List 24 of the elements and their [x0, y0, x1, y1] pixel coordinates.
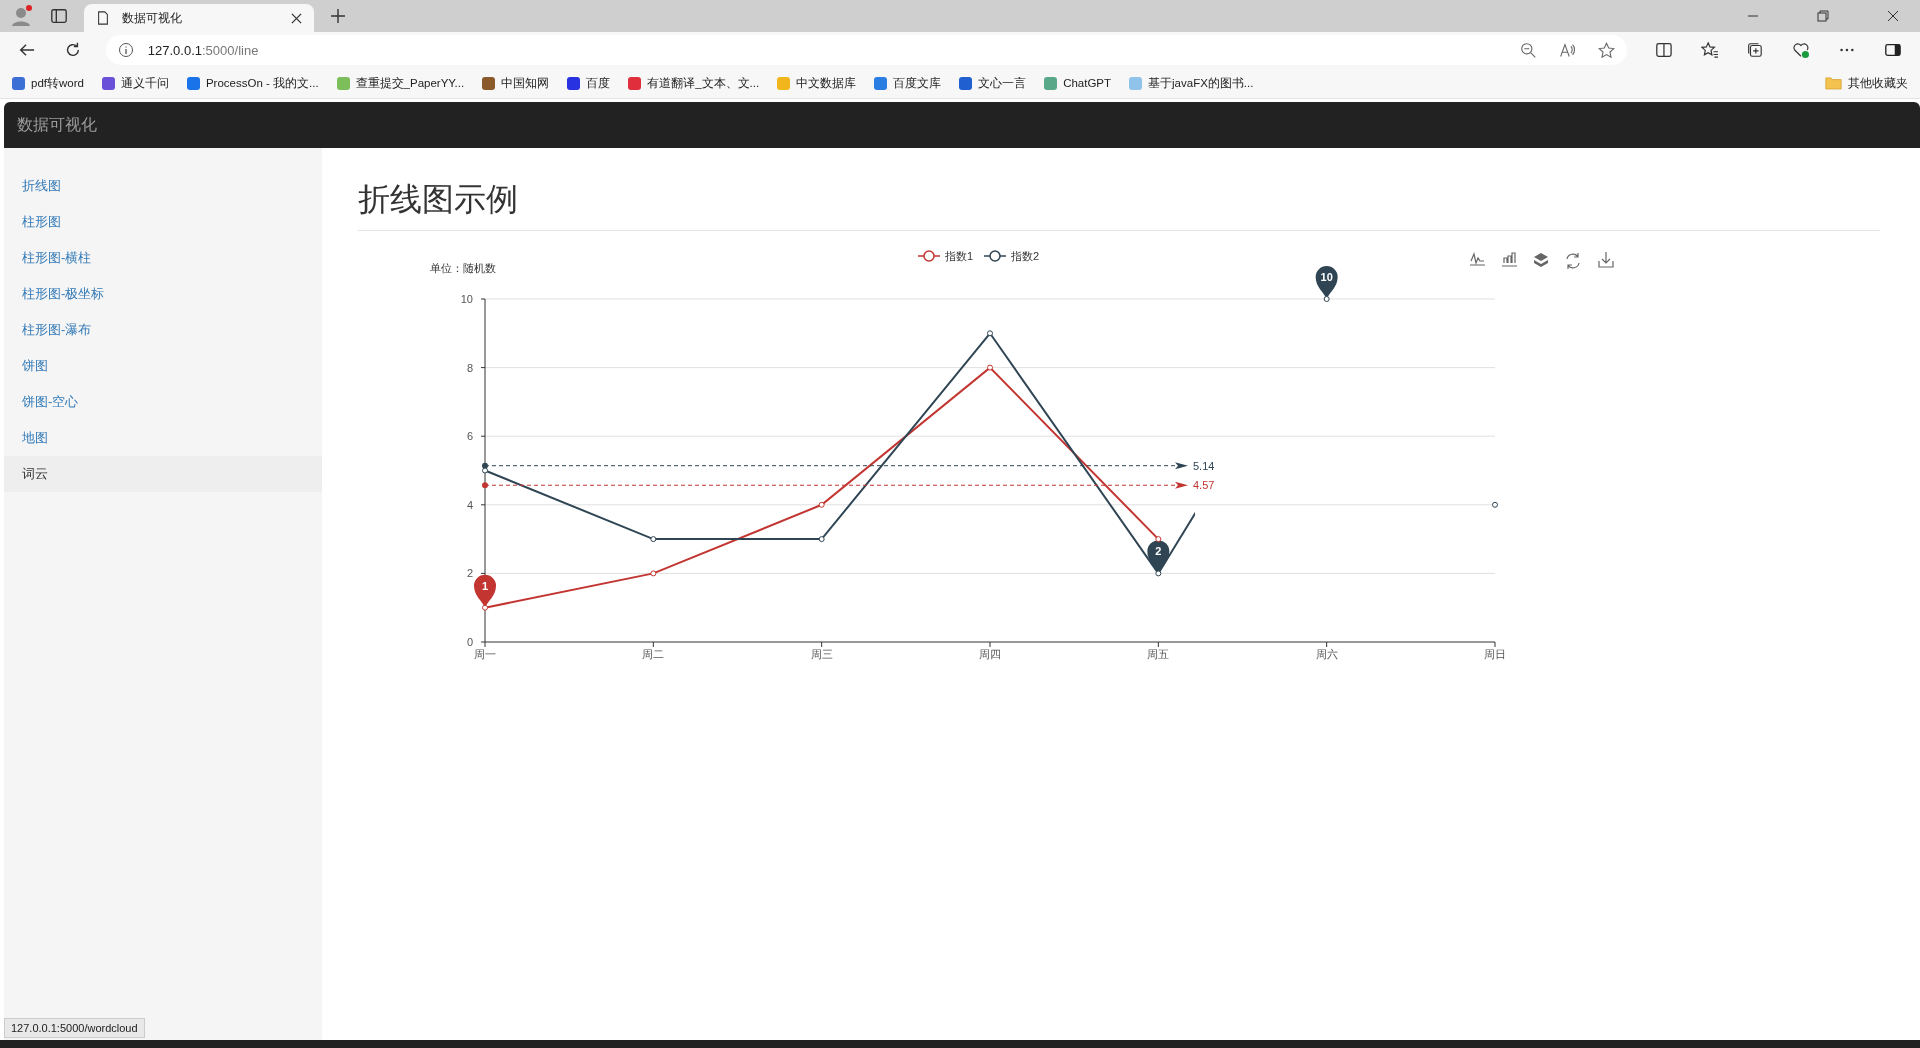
- tab-title: 数据可视化: [122, 9, 183, 27]
- page-heading: 折线图示例: [358, 178, 1880, 231]
- average-label: 4.57: [1193, 479, 1215, 492]
- x-tick-label: 周五: [1147, 648, 1170, 660]
- x-tick-label: 周四: [979, 648, 1001, 660]
- x-tick-label: 周二: [642, 648, 665, 660]
- legend-label: 指数1: [944, 250, 974, 262]
- annotation: 10: [1320, 271, 1333, 283]
- annotation: 2: [1155, 545, 1162, 558]
- x-tick-label: 周一: [474, 648, 496, 660]
- y-axis-unit: 单位：随机数: [430, 262, 496, 274]
- y-tick-label: 6: [466, 430, 473, 443]
- status-link-preview: 127.0.0.1:5000/wordcloud: [4, 1018, 145, 1038]
- x-tick-label: 周日: [1484, 648, 1506, 660]
- y-tick-label: 8: [466, 361, 473, 374]
- y-tick-label: 10: [460, 293, 473, 305]
- x-tick-label: 周六: [1315, 648, 1338, 660]
- y-tick-label: 0: [466, 636, 473, 648]
- average-label: 5.14: [1193, 459, 1215, 472]
- x-tick-label: 周三: [810, 648, 833, 660]
- legend-label: 指数2: [1010, 250, 1040, 262]
- y-tick-label: 2: [466, 567, 473, 580]
- annotation: 1: [481, 579, 489, 592]
- y-tick-label: 4: [466, 498, 473, 511]
